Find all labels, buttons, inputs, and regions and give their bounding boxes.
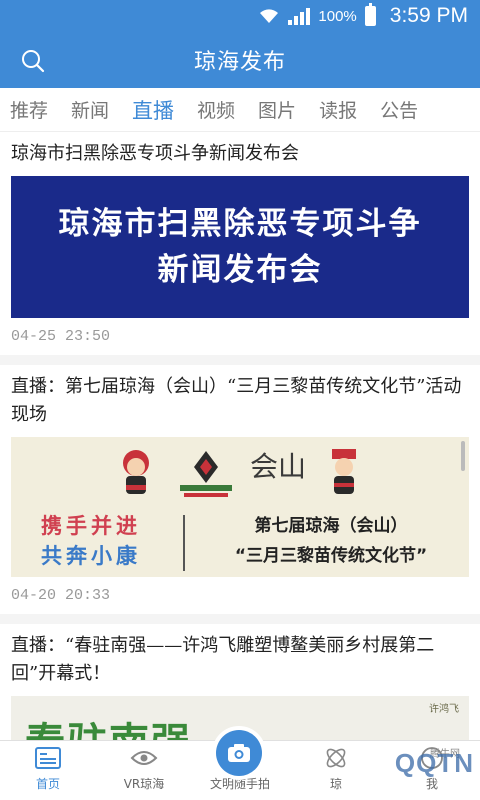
home-icon	[35, 745, 61, 771]
clock: 3:59 PM	[389, 4, 468, 27]
nav-label: 文明随手拍	[209, 777, 270, 791]
category-tabs: 推荐 新闻 直播 视频 图片 读报 公告	[0, 88, 480, 132]
battery-icon	[364, 3, 376, 26]
watermark-logo: QQTN	[394, 748, 474, 778]
festival-title-line: 第七届琼海（会山）	[254, 516, 408, 536]
article-timestamp: 04-20 20:33	[11, 587, 111, 604]
slogan-line: 携手并进	[41, 514, 141, 538]
tab-video[interactable]: 视频	[197, 96, 235, 123]
slogan-line: 共奔小康	[41, 544, 141, 568]
camera-button[interactable]	[216, 730, 262, 776]
festival-title-line: “三月三黎苗传统文化节”	[234, 546, 428, 566]
tab-live[interactable]: 直播	[132, 95, 174, 125]
slogan-text: 携手并进 共奔小康	[41, 511, 141, 571]
status-bar: 100% 3:59 PM	[0, 0, 480, 32]
article-title[interactable]: 直播：“春驻南强——许鸿飞雕塑博鳌美丽乡村展第二回”开幕式！	[11, 624, 469, 696]
banner-text-line: 新闻发布会	[157, 252, 323, 288]
article-title[interactable]: 琼海市扫黑除恶专项斗争新闻发布会	[11, 132, 469, 176]
article-title[interactable]: 直播：第七届琼海（会山）“三月三黎苗传统文化节”活动现场	[11, 365, 469, 437]
tab-recommend[interactable]: 推荐	[10, 96, 48, 123]
banner-side-text: 许鸿飞	[429, 704, 459, 715]
atom-icon	[323, 745, 349, 771]
nav-home[interactable]: 首页	[0, 745, 96, 792]
page-title: 琼海发布	[193, 50, 286, 75]
huishan-logo-text: 会山	[249, 450, 306, 483]
article-banner-image[interactable]: 会山 携手并进 共奔小康 第七届琼海（会山） “三月三黎苗传统文化节”	[11, 437, 469, 577]
huishan-logo: 会山	[250, 445, 306, 485]
tab-pictures[interactable]: 图片	[258, 96, 296, 123]
camera-icon	[228, 744, 250, 762]
live-feed: 琼海市扫黑除恶专项斗争新闻发布会 琼海市扫黑除恶专项斗争 新闻发布会 04-25…	[0, 132, 480, 740]
banner-logo-row: 会山	[11, 445, 469, 501]
article-banner-image[interactable]: 琼海市扫黑除恶专项斗争 新闻发布会	[11, 176, 469, 318]
article-timestamp: 04-25 23:50	[11, 328, 111, 345]
nav-fourth[interactable]: 琼	[288, 745, 384, 792]
mascot-boy-icon	[332, 449, 356, 494]
nav-label: 琼	[329, 777, 342, 791]
brocade-pattern-icon	[179, 451, 232, 497]
tab-news[interactable]: 新闻	[71, 96, 109, 123]
festival-title-text: 第七届琼海（会山） “三月三黎苗传统文化节”	[191, 511, 469, 571]
tab-announcements[interactable]: 公告	[380, 96, 418, 123]
nav-label: 首页	[35, 777, 60, 791]
banner-text-line: 琼海市扫黑除恶专项斗争	[58, 206, 422, 242]
eye-icon	[130, 745, 158, 771]
nav-vr[interactable]: VR琼海	[96, 745, 192, 792]
tab-newspaper[interactable]: 读报	[319, 96, 357, 123]
mascot-girl-icon	[122, 450, 149, 494]
list-item[interactable]: 直播：第七届琼海（会山）“三月三黎苗传统文化节”活动现场 会山 携手并进 共奔小…	[0, 365, 480, 624]
divider	[183, 515, 185, 571]
battery-percent: 100%	[318, 7, 357, 25]
app-header: 琼海发布	[0, 32, 480, 88]
signal-icon	[288, 7, 311, 25]
search-icon[interactable]	[20, 48, 46, 74]
nav-label: VR琼海	[123, 777, 165, 791]
list-item[interactable]: 琼海市扫黑除恶专项斗争新闻发布会 琼海市扫黑除恶专项斗争 新闻发布会 04-25…	[0, 132, 480, 365]
banner-text: 春驻南强	[25, 710, 193, 740]
list-item[interactable]: 直播：“春驻南强——许鸿飞雕塑博鳌美丽乡村展第二回”开幕式！ 春驻南强 许鸿飞	[0, 624, 480, 740]
wifi-icon	[260, 9, 279, 23]
